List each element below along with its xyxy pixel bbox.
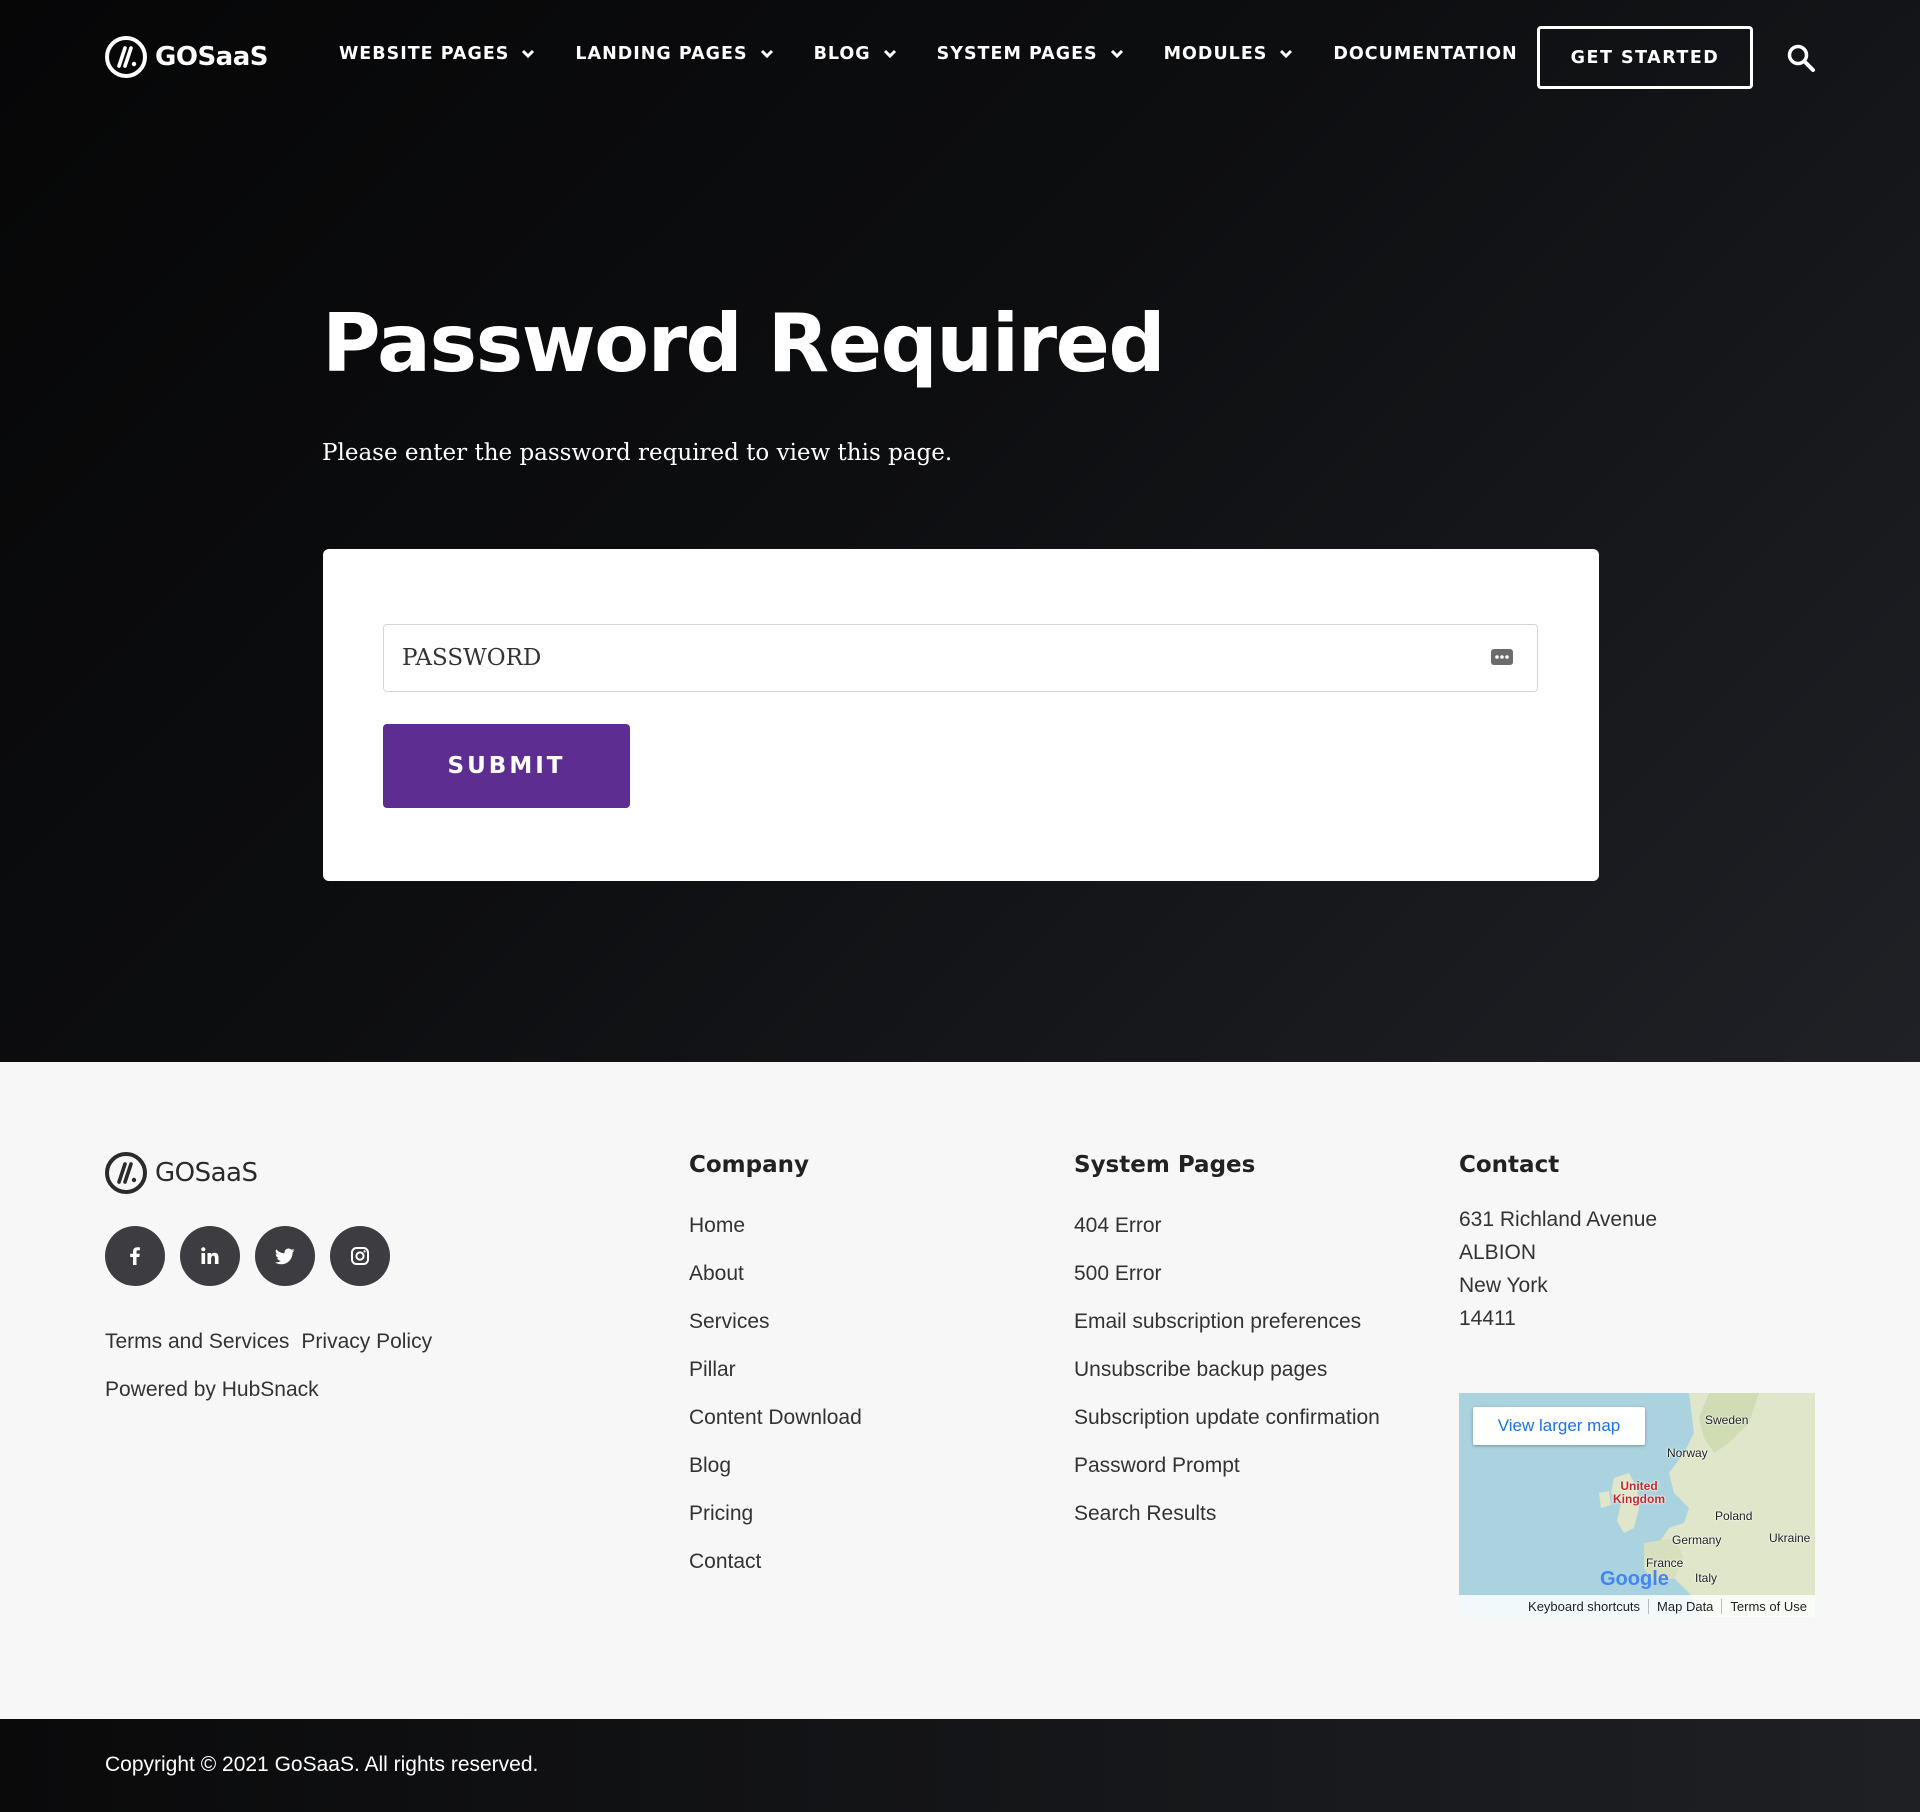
footer-link-unsubscribe-backup[interactable]: Unsubscribe backup pages	[1074, 1358, 1380, 1406]
footer-link-about[interactable]: About	[689, 1262, 862, 1310]
footer-link-email-preferences[interactable]: Email subscription preferences	[1074, 1310, 1380, 1358]
nav-item-label: DOCUMENTATION	[1333, 44, 1518, 64]
map-label: Norway	[1667, 1446, 1708, 1460]
nav-item-blog[interactable]: BLOG	[814, 44, 897, 64]
address-line: 14411	[1459, 1307, 1516, 1330]
map-data-link[interactable]: Map Data	[1648, 1598, 1721, 1614]
powered-by-link[interactable]: Powered by HubSnack	[105, 1378, 319, 1402]
google-logo: Google	[1600, 1568, 1669, 1590]
linkedin-button[interactable]	[180, 1226, 240, 1286]
nav-item-website-pages[interactable]: WEBSITE PAGES	[339, 44, 535, 64]
map-label: Ukraine	[1769, 1531, 1811, 1545]
brand-logo[interactable]: GOSaaS	[105, 36, 268, 78]
column-heading: Contact	[1459, 1152, 1560, 1178]
column-heading: Company	[689, 1152, 809, 1178]
site-footer: GOSaaS Terms and Services Privacy Policy…	[0, 1062, 1920, 1719]
map-label-highlight: United Kingdom	[1613, 1479, 1665, 1506]
footer-column-contact: Contact 631 Richland Avenue ALBION New Y…	[1459, 1152, 1657, 1340]
chevron-down-icon	[1280, 49, 1293, 59]
footer-link-content-download[interactable]: Content Download	[689, 1406, 862, 1454]
map-label: Italy	[1695, 1571, 1718, 1585]
footer-link-blog[interactable]: Blog	[689, 1454, 862, 1502]
address-line: New York	[1459, 1274, 1548, 1297]
address-line: 631 Richland Avenue	[1459, 1208, 1658, 1231]
footer-column-system-pages: System Pages 404 Error 500 Error Email s…	[1074, 1152, 1380, 1550]
linkedin-icon	[201, 1247, 219, 1264]
search-icon[interactable]	[1786, 43, 1816, 73]
nav-item-system-pages[interactable]: SYSTEM PAGES	[937, 44, 1124, 64]
facebook-icon	[130, 1247, 140, 1265]
instagram-button[interactable]	[330, 1226, 390, 1286]
nav-item-landing-pages[interactable]: LANDING PAGES	[575, 44, 773, 64]
instagram-icon	[351, 1247, 369, 1265]
footer-link-500[interactable]: 500 Error	[1074, 1262, 1380, 1310]
footer-link-services[interactable]: Services	[689, 1310, 862, 1358]
nav-item-label: LANDING PAGES	[575, 44, 748, 64]
logo-mark-icon	[105, 1152, 147, 1194]
copyright-bar: Copyright © 2021 GoSaaS. All rights rese…	[0, 1719, 1920, 1812]
brand-name: GOSaaS	[155, 1158, 258, 1188]
column-heading: System Pages	[1074, 1152, 1256, 1178]
map-label: Germany	[1672, 1533, 1722, 1547]
password-manager-icon[interactable]	[1490, 647, 1514, 667]
social-links	[105, 1226, 390, 1286]
nav-item-label: BLOG	[813, 44, 871, 64]
submit-button[interactable]: SUBMIT	[383, 724, 630, 808]
legal-links: Terms and Services Privacy Policy	[105, 1330, 432, 1354]
get-started-button[interactable]: GET STARTED	[1537, 26, 1753, 89]
nav-item-label: WEBSITE PAGES	[339, 44, 510, 64]
password-input[interactable]	[383, 624, 1538, 692]
hero-section: GOSaaS WEBSITE PAGES LANDING PAGES BLOG …	[0, 0, 1920, 1062]
footer-link-pillar[interactable]: Pillar	[689, 1358, 862, 1406]
view-larger-map-button[interactable]: View larger map	[1473, 1407, 1645, 1445]
address-line: ALBION	[1459, 1241, 1537, 1264]
footer-link-subscription-update[interactable]: Subscription update confirmation	[1074, 1406, 1380, 1454]
footer-link-contact[interactable]: Contact	[689, 1550, 862, 1598]
chevron-down-icon	[883, 49, 896, 59]
footer-column-company: Company Home About Services Pillar Conte…	[689, 1152, 862, 1598]
embedded-map[interactable]: View larger map Sweden Norway United Kin…	[1459, 1393, 1815, 1617]
nav-item-modules[interactable]: MODULES	[1164, 44, 1294, 64]
map-attribution-bar: Keyboard shortcuts Map Data Terms of Use	[1459, 1595, 1815, 1617]
chevron-down-icon	[760, 49, 773, 59]
footer-link-password-prompt[interactable]: Password Prompt	[1074, 1454, 1380, 1502]
nav-item-label: SYSTEM PAGES	[936, 44, 1098, 64]
terms-link[interactable]: Terms and Services	[105, 1330, 289, 1354]
footer-link-search-results[interactable]: Search Results	[1074, 1502, 1380, 1550]
map-label: Poland	[1715, 1509, 1753, 1523]
page-subtitle: Please enter the password required to vi…	[322, 440, 953, 466]
top-navigation: GOSaaS WEBSITE PAGES LANDING PAGES BLOG …	[0, 0, 1920, 115]
terms-of-use-link[interactable]: Terms of Use	[1721, 1598, 1815, 1614]
logo-mark-icon	[105, 36, 147, 78]
nav-item-documentation[interactable]: DOCUMENTATION	[1333, 44, 1517, 64]
page-title: Password Required	[322, 297, 1166, 390]
footer-link-home[interactable]: Home	[689, 1214, 862, 1262]
copyright-text: Copyright © 2021 GoSaaS. All rights rese…	[105, 1753, 539, 1776]
nav-item-label: MODULES	[1163, 44, 1268, 64]
password-form-card: SUBMIT	[323, 549, 1599, 881]
brand-name: GOSaaS	[155, 42, 268, 72]
chevron-down-icon	[1110, 49, 1123, 59]
twitter-icon	[275, 1248, 295, 1265]
chevron-down-icon	[522, 49, 535, 59]
facebook-button[interactable]	[105, 1226, 165, 1286]
footer-link-pricing[interactable]: Pricing	[689, 1502, 862, 1550]
map-label: Sweden	[1705, 1413, 1749, 1427]
footer-link-404[interactable]: 404 Error	[1074, 1214, 1380, 1262]
address-block: 631 Richland Avenue ALBION New York 1441…	[1459, 1208, 1657, 1340]
keyboard-shortcuts-link[interactable]: Keyboard shortcuts	[1520, 1599, 1648, 1614]
twitter-button[interactable]	[255, 1226, 315, 1286]
main-menu: WEBSITE PAGES LANDING PAGES BLOG SYSTEM …	[339, 44, 1558, 64]
privacy-link[interactable]: Privacy Policy	[301, 1330, 432, 1354]
footer-logo[interactable]: GOSaaS	[105, 1152, 258, 1194]
